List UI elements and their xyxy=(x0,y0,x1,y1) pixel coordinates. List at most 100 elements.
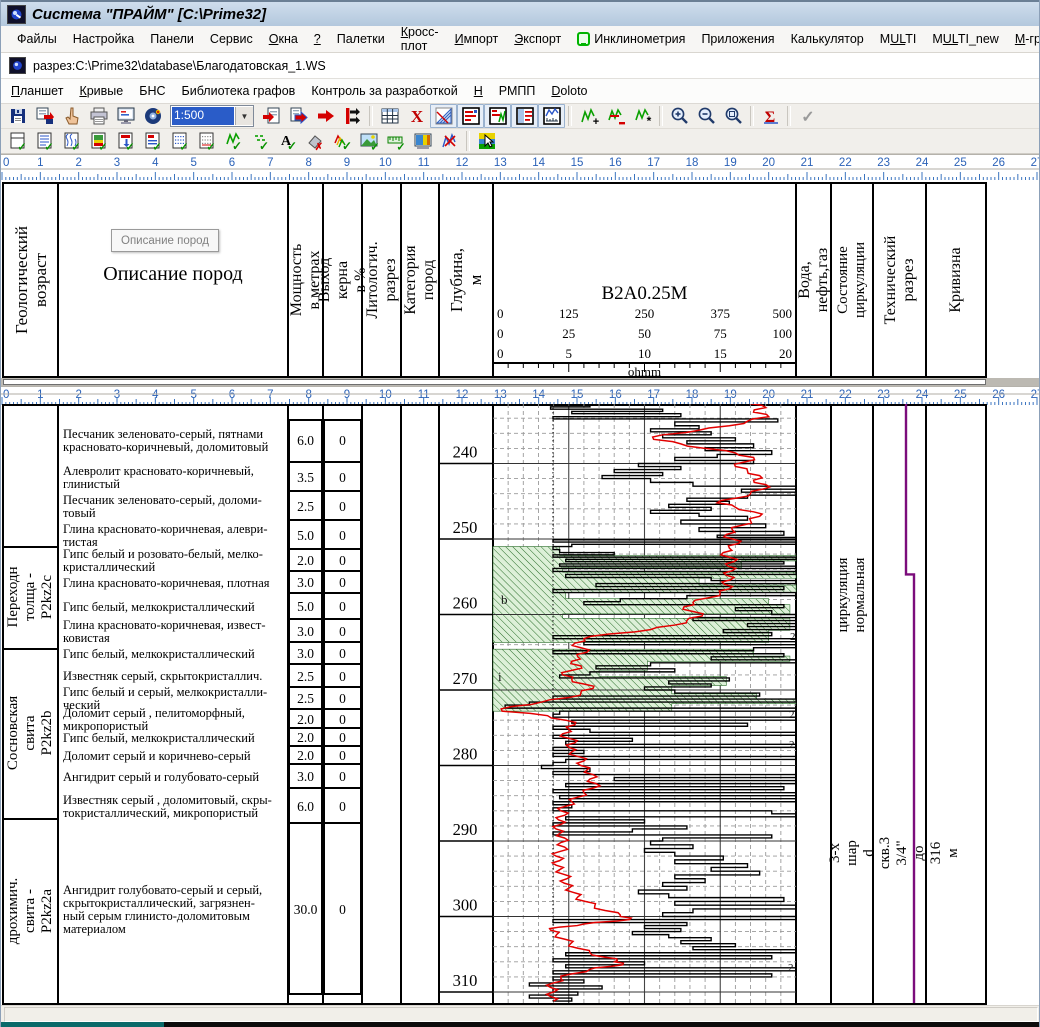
svg-text:X: X xyxy=(410,107,423,126)
menu-item-импорт[interactable]: Импорт xyxy=(447,28,507,50)
svg-text:0: 0 xyxy=(3,157,9,169)
svg-text:*: * xyxy=(646,114,651,126)
red-arrow-right-icon[interactable] xyxy=(312,104,339,128)
image-check-icon[interactable]: ✓ xyxy=(355,129,382,153)
svg-text:✗: ✗ xyxy=(314,142,322,151)
document-title-bar[interactable]: разрез:C:\Prime32\database\Благодатовска… xyxy=(1,53,1039,79)
menu-item-окна[interactable]: Окна xyxy=(261,28,306,50)
menu-item-кросс-плот[interactable]: Кросс-плот xyxy=(393,21,447,57)
layout-report-icon[interactable] xyxy=(511,104,538,128)
disc-icon[interactable] xyxy=(139,104,166,128)
column-header-category: Категория пород xyxy=(402,245,437,315)
page-export-icon[interactable] xyxy=(285,104,312,128)
menu-item-библиотека-графов[interactable]: Библиотека графов xyxy=(174,80,304,102)
log-curve-track[interactable]: 240 250 260 270 280 290 300 310 b i 2 2 2 2 xyxy=(1,404,1040,1003)
menu-item-контроль-за-разработкой[interactable]: Контроль за разработкой xyxy=(303,80,465,102)
horizontal-ruler-top: 0 1 2 3 4 5 6 7 8 9 10 11 12 13 14 15 16 17 18 19 20 21 22 23 24… xyxy=(1,154,1039,180)
zoom-window-icon[interactable] xyxy=(720,104,747,128)
hatch-curve-icon[interactable] xyxy=(430,104,457,128)
layout-ruler-icon[interactable] xyxy=(538,104,565,128)
red-bracket-icon[interactable] xyxy=(339,104,366,128)
depth-label: 300 xyxy=(453,896,478,915)
sheet-check-icon[interactable]: ✓ xyxy=(4,129,31,153)
sheet-flag-check-icon[interactable]: ✓ xyxy=(139,129,166,153)
eraser-x-icon[interactable]: ✗ xyxy=(301,129,328,153)
sheet-dots-check-icon[interactable]: ✓ xyxy=(166,129,193,153)
save-icon[interactable] xyxy=(4,104,31,128)
zoom-in-icon[interactable] xyxy=(666,104,693,128)
zoom-out-icon[interactable] xyxy=(693,104,720,128)
font-check-icon[interactable]: A ✓ xyxy=(274,129,301,153)
depth-label: 280 xyxy=(453,745,478,764)
curve-scale-value: 15 xyxy=(713,346,727,361)
save-export-icon[interactable] xyxy=(31,104,58,128)
svg-text:6: 6 xyxy=(229,157,235,169)
main-menu-bar: Файлы Настройка Панели Сервис Окна? Палетки Кр… xyxy=(1,25,1039,53)
menu-item-?[interactable]: ? xyxy=(306,28,329,50)
chevron-down-icon[interactable]: ▼ xyxy=(235,107,253,125)
status-field xyxy=(4,1007,1038,1022)
depth-label: 240 xyxy=(453,443,478,462)
menu-item-палетки[interactable]: Палетки xyxy=(329,28,393,50)
hand-icon[interactable] xyxy=(58,104,85,128)
menu-item-н[interactable]: Н xyxy=(466,80,491,102)
layers-icon[interactable] xyxy=(409,129,436,153)
svg-text:19: 19 xyxy=(724,157,737,169)
menu-item-планшет[interactable]: Планшет xyxy=(3,80,71,102)
title-bar[interactable]: Система "ПРАЙМ" [C:\Prime32] xyxy=(1,0,1039,26)
menu-item-multi_new[interactable]: MULTI_new xyxy=(924,28,1006,50)
menu-item-файлы[interactable]: Файлы xyxy=(9,28,65,50)
dots-check-icon[interactable]: ✓ xyxy=(247,129,274,153)
menu-item-бнс[interactable]: БНС xyxy=(131,80,173,102)
print-icon[interactable] xyxy=(85,104,112,128)
menu-item-инклинометрия[interactable]: Инклинометрия xyxy=(569,28,693,51)
menu-item-m-графы[interactable]: M-графы xyxy=(1007,28,1039,50)
curve-check-icon[interactable]: ✓ xyxy=(220,129,247,153)
menu-item-калькулятор[interactable]: Калькулятор xyxy=(783,28,872,50)
page-import-icon[interactable] xyxy=(258,104,285,128)
curves-color-check-icon[interactable]: ✓ xyxy=(328,129,355,153)
curve-scale-value: 5 xyxy=(565,346,573,361)
sheet-color-check-icon[interactable]: ✓ xyxy=(85,129,112,153)
curve-new-icon[interactable]: * xyxy=(629,104,656,128)
menu-item-настройка[interactable]: Настройка xyxy=(65,28,143,50)
menu-item-doloto[interactable]: Doloto xyxy=(543,80,595,102)
sheets-multi-check-icon[interactable]: ✓ xyxy=(58,129,85,153)
sum-curve-icon[interactable]: Σ xyxy=(757,104,784,128)
pointer-color-icon[interactable] xyxy=(473,129,500,153)
curve-scale-value: 125 xyxy=(559,306,579,321)
curve-remove-icon[interactable] xyxy=(602,104,629,128)
menu-item-приложения[interactable]: Приложения xyxy=(693,28,782,50)
svg-text:21: 21 xyxy=(801,157,814,169)
offscale-mark: 2 xyxy=(789,709,795,721)
toolbar-view: ✓ ✓ ✓ ✓ ✓ ✓ ✓ ✓ ✓ ✓ A ✓ ✗ ✓ ✓ ✓ xyxy=(1,129,1039,154)
svg-text:7: 7 xyxy=(267,157,273,169)
curve-add-icon[interactable]: + xyxy=(575,104,602,128)
sheet-lines-check-icon[interactable]: ✓ xyxy=(31,129,58,153)
layout-pages-icon[interactable] xyxy=(457,104,484,128)
delete-x-icon[interactable]: X xyxy=(403,104,430,128)
menu-item-кривые[interactable]: Кривые xyxy=(71,80,131,102)
svg-text:2: 2 xyxy=(75,157,81,169)
apply-check-icon[interactable]: ✓ xyxy=(794,104,821,128)
curve-scale-value: 10 xyxy=(638,346,651,361)
grid-table-icon[interactable] xyxy=(376,104,403,128)
layout-curves-icon[interactable] xyxy=(484,104,511,128)
menu-item-панели[interactable]: Панели xyxy=(142,28,202,50)
print-preview-icon[interactable] xyxy=(112,104,139,128)
scale-select[interactable]: 1:500 ▼ xyxy=(170,105,254,127)
menu-item-multi[interactable]: MULTI xyxy=(872,28,925,50)
table-border xyxy=(3,182,986,184)
curves-x-icon[interactable] xyxy=(436,129,463,153)
menu-item-рмпп[interactable]: РМПП xyxy=(491,80,544,102)
sheet-save-check-icon[interactable]: ✓ xyxy=(112,129,139,153)
menu-item-экспорт[interactable]: Экспорт xyxy=(506,28,569,50)
horizontal-ruler-body: 0 1 2 3 4 5 6 7 8 9 10 11 12 13 14 15 16 17 18 19 20 21 22 23 24… xyxy=(1,386,1040,405)
ruler-check-icon[interactable]: ✓ xyxy=(382,129,409,153)
svg-text:27: 27 xyxy=(1031,389,1040,401)
sheet-dots2-check-icon[interactable]: ✓ xyxy=(193,129,220,153)
curve-scale-value: 75 xyxy=(713,326,727,341)
svg-text:+: + xyxy=(592,116,598,126)
menu-item-сервис[interactable]: Сервис xyxy=(202,28,261,50)
svg-text:18: 18 xyxy=(686,157,699,169)
